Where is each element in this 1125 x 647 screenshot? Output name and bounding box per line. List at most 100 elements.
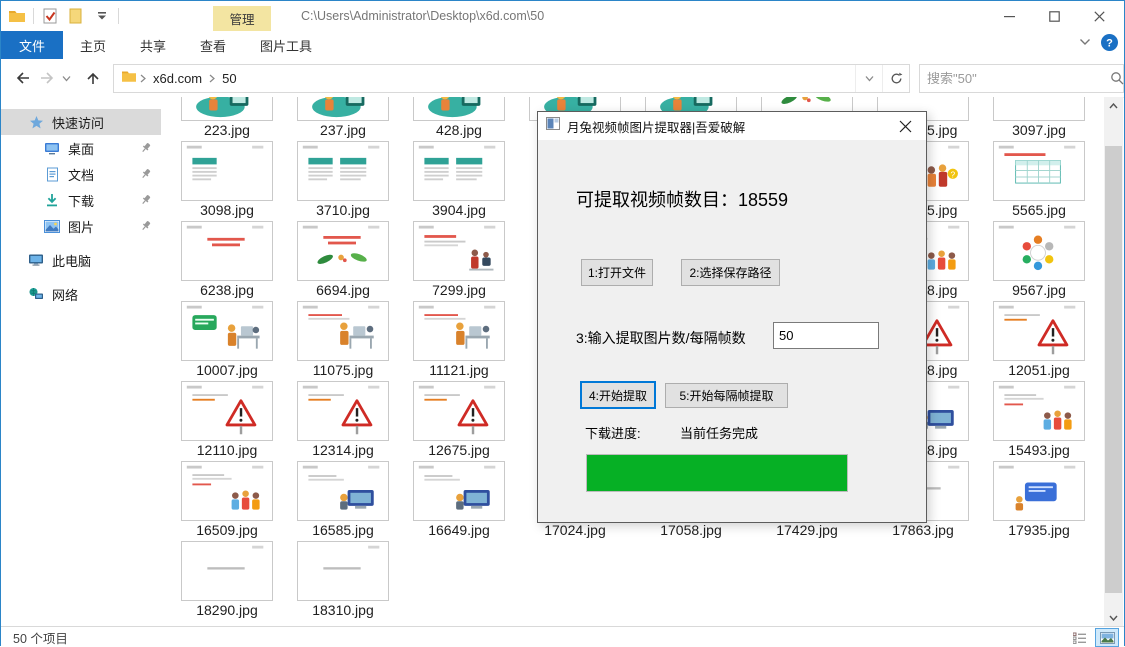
file-thumbnail: [297, 461, 389, 521]
sidebar-item-downloads[interactable]: 下载: [1, 187, 161, 213]
manage-contextual-tab[interactable]: 管理: [213, 6, 271, 31]
file-item[interactable]: 16649.jpg: [401, 461, 517, 541]
thumbnail-view-icon[interactable]: [1095, 628, 1119, 647]
refresh-icon[interactable]: [882, 64, 909, 92]
checked-doc-icon[interactable]: [40, 6, 60, 26]
file-thumbnail: [297, 541, 389, 601]
file-name: 3098.jpg: [200, 202, 254, 218]
maximize-button[interactable]: [1032, 1, 1077, 31]
sidebar-item-desktop[interactable]: 桌面: [1, 135, 161, 161]
sidebar-item-this-pc[interactable]: 此电脑: [1, 247, 161, 273]
help-icon[interactable]: ?: [1101, 33, 1118, 51]
file-item[interactable]: 223.jpg: [169, 97, 285, 141]
file-item[interactable]: 3904.jpg: [401, 141, 517, 221]
desktop-icon: [43, 140, 61, 156]
search-input[interactable]: [920, 70, 1110, 86]
up-icon[interactable]: [81, 71, 105, 86]
file-item[interactable]: 18310.jpg: [285, 541, 401, 621]
file-thumbnail: [181, 301, 273, 361]
forward-icon[interactable]: [35, 71, 59, 85]
file-item[interactable]: 17935.jpg: [981, 461, 1097, 541]
sidebar-item-documents[interactable]: 文档: [1, 161, 161, 187]
tab-share[interactable]: 共享: [123, 31, 183, 59]
file-thumbnail: [297, 97, 389, 121]
close-icon[interactable]: [890, 116, 920, 136]
file-item[interactable]: 7299.jpg: [401, 221, 517, 301]
tab-view[interactable]: 查看: [183, 31, 243, 59]
address-bar[interactable]: x6d.com 50: [113, 63, 910, 93]
file-item[interactable]: 10007.jpg: [169, 301, 285, 381]
file-name: 10007.jpg: [196, 362, 258, 378]
file-name: 9567.jpg: [1012, 282, 1066, 298]
file-item[interactable]: 11121.jpg: [401, 301, 517, 381]
file-name: 18310.jpg: [312, 602, 374, 618]
sidebar-item-quick-access[interactable]: 快速访问: [1, 109, 161, 135]
file-item[interactable]: 6694.jpg: [285, 221, 401, 301]
scroll-down-icon[interactable]: [1104, 609, 1123, 626]
sidebar-item-pictures[interactable]: 图片: [1, 213, 161, 239]
file-item[interactable]: 12051.jpg: [981, 301, 1097, 381]
file-item[interactable]: 16585.jpg: [285, 461, 401, 541]
tab-home[interactable]: 主页: [63, 31, 123, 59]
frame-count-input[interactable]: [773, 322, 879, 349]
file-thumbnail: [993, 97, 1085, 121]
sidebar-item-network[interactable]: 网络: [1, 281, 161, 307]
scroll-up-icon[interactable]: [1104, 97, 1123, 114]
choose-save-path-button[interactable]: 2:选择保存路径: [681, 259, 780, 286]
frame-count-label: 可提取视频帧数目：18559: [576, 190, 789, 210]
file-thumbnail: [181, 221, 273, 281]
sidebar-item-label: 文档: [68, 167, 95, 183]
close-button[interactable]: [1077, 1, 1122, 31]
address-dropdown-icon[interactable]: [855, 64, 882, 92]
file-name: 5565.jpg: [1012, 202, 1066, 218]
file-item[interactable]: 12314.jpg: [285, 381, 401, 461]
file-item[interactable]: 3098.jpg: [169, 141, 285, 221]
dropdown-icon[interactable]: [92, 6, 112, 26]
chevron-down-icon[interactable]: [59, 75, 73, 82]
folder-icon[interactable]: [7, 6, 27, 26]
file-item[interactable]: 5565.jpg: [981, 141, 1097, 221]
file-name: 223.jpg: [204, 122, 250, 138]
file-item[interactable]: 3710.jpg: [285, 141, 401, 221]
navigation-pane: 快速访问 桌面文档下载 图片此电脑网络: [1, 97, 161, 626]
dialog-titlebar[interactable]: 月兔视频帧图片提取器|吾爱破解: [538, 112, 926, 140]
scrollbar-thumb[interactable]: [1105, 146, 1122, 593]
minimize-button[interactable]: [987, 1, 1032, 31]
file-item[interactable]: 12675.jpg: [401, 381, 517, 461]
open-file-button[interactable]: 1:打开文件: [581, 259, 653, 286]
file-name: 16509.jpg: [196, 522, 258, 538]
file-item[interactable]: 428.jpg: [401, 97, 517, 141]
breadcrumb-segment[interactable]: 50: [218, 69, 240, 88]
new-folder-icon[interactable]: [66, 6, 86, 26]
tab-file[interactable]: 文件: [1, 31, 63, 59]
breadcrumb-segment[interactable]: x6d.com: [149, 69, 206, 88]
file-item[interactable]: 11075.jpg: [285, 301, 401, 381]
file-item[interactable]: 6238.jpg: [169, 221, 285, 301]
file-name: 17429.jpg: [776, 522, 838, 538]
file-item[interactable]: 16509.jpg: [169, 461, 285, 541]
file-name: 11075.jpg: [312, 362, 374, 378]
file-item[interactable]: 15493.jpg: [981, 381, 1097, 461]
file-name: 17024.jpg: [544, 522, 606, 538]
details-view-icon[interactable]: [1068, 628, 1092, 647]
dialog-title: 月兔视频帧图片提取器|吾爱破解: [567, 120, 746, 135]
file-item[interactable]: 12110.jpg: [169, 381, 285, 461]
back-icon[interactable]: [11, 71, 35, 85]
file-item[interactable]: 3097.jpg: [981, 97, 1097, 141]
file-item[interactable]: 9567.jpg: [981, 221, 1097, 301]
search-icon[interactable]: [1110, 71, 1124, 85]
computer-icon: [27, 252, 45, 268]
tab-picture-tools[interactable]: 图片工具: [243, 31, 329, 59]
file-name: 237.jpg: [320, 122, 366, 138]
collapse-ribbon-icon[interactable]: [1079, 33, 1091, 51]
chevron-right-icon: [209, 71, 216, 86]
vertical-scrollbar[interactable]: [1104, 97, 1123, 626]
start-interval-extract-button[interactable]: 5:开始每隔帧提取: [665, 383, 788, 408]
file-thumbnail: [993, 141, 1085, 201]
file-name: 15493.jpg: [1008, 442, 1070, 458]
download-icon: [43, 192, 61, 208]
start-extract-button[interactable]: 4:开始提取: [580, 381, 656, 409]
file-item[interactable]: 237.jpg: [285, 97, 401, 141]
file-item[interactable]: 18290.jpg: [169, 541, 285, 621]
sidebar-item-label: 此电脑: [52, 253, 92, 269]
